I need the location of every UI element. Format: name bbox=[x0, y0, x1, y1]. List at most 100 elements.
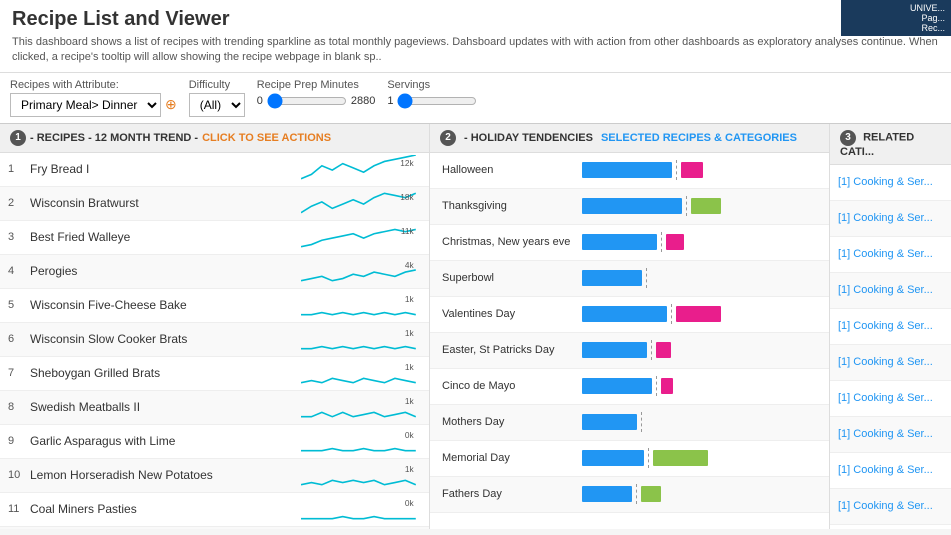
prep-min: 0 bbox=[257, 95, 263, 107]
bar-green bbox=[653, 450, 708, 466]
table-row[interactable]: 11Coal Miners Pasties 0k bbox=[0, 493, 429, 527]
click-to-see-actions[interactable]: CLICK TO SEE ACTIONS bbox=[202, 132, 331, 144]
list-item[interactable]: [1] Cooking & Ser... bbox=[830, 489, 951, 525]
prep-label: Recipe Prep Minutes bbox=[257, 79, 376, 91]
table-row[interactable]: 1Fry Bread I 12k bbox=[0, 153, 429, 187]
holiday-subtitle: SELECTED RECIPES & CATEGORIES bbox=[601, 132, 797, 144]
recipe-number: 5 bbox=[8, 299, 30, 311]
list-item[interactable]: Thanksgiving bbox=[430, 189, 829, 225]
recipes-list: 1Fry Bread I 12k 2Wisconsin Bratwurst 18… bbox=[0, 153, 429, 529]
list-item[interactable]: [1] Cooking & Ser... bbox=[830, 309, 951, 345]
holiday-name: Halloween bbox=[442, 164, 582, 176]
list-item[interactable]: [1] Cooking & Ser... bbox=[830, 453, 951, 489]
recipes-panel-header: 1 - RECIPES - 12 MONTH TREND - CLICK TO … bbox=[0, 124, 429, 153]
list-item[interactable]: [1] Cooking & Ser... bbox=[830, 525, 951, 529]
filter-icon[interactable]: ⊕ bbox=[165, 96, 177, 113]
holiday-name: Thanksgiving bbox=[442, 200, 582, 212]
table-row[interactable]: 5Wisconsin Five-Cheese Bake 1k bbox=[0, 289, 429, 323]
recipe-number: 11 bbox=[8, 503, 30, 515]
prep-slider[interactable] bbox=[267, 93, 347, 109]
header: Recipe List and Viewer This dashboard sh… bbox=[0, 0, 951, 73]
list-item[interactable]: [1] Cooking & Ser... bbox=[830, 381, 951, 417]
list-item[interactable]: [1] Cooking & Ser... bbox=[830, 417, 951, 453]
servings-min: 1 bbox=[387, 95, 393, 107]
recipe-name: Garlic Asparagus with Lime bbox=[30, 434, 301, 448]
bar-cyan bbox=[582, 342, 647, 358]
reference-line bbox=[651, 340, 652, 360]
table-row[interactable]: 6Wisconsin Slow Cooker Brats 1k bbox=[0, 323, 429, 357]
reference-line bbox=[676, 160, 677, 180]
bar-green bbox=[691, 198, 721, 214]
servings-slider[interactable] bbox=[397, 93, 477, 109]
holiday-bars bbox=[582, 448, 821, 468]
list-item[interactable]: Halloween bbox=[430, 153, 829, 189]
panel2-num: 2 bbox=[440, 130, 456, 146]
sparkline-chart: 11k bbox=[301, 223, 421, 251]
holiday-bars bbox=[582, 376, 821, 396]
recipe-name: Wisconsin Five-Cheese Bake bbox=[30, 298, 301, 312]
list-item[interactable]: [1] Cooking & Ser... bbox=[830, 345, 951, 381]
attribute-control: Recipes with Attribute: Primary Meal> Di… bbox=[10, 79, 177, 117]
bar-cyan bbox=[582, 414, 637, 430]
holiday-bars bbox=[582, 232, 821, 252]
sparkline-chart: 12k bbox=[301, 155, 421, 183]
holiday-name: Superbowl bbox=[442, 272, 582, 284]
list-item[interactable]: [1] Cooking & Ser... bbox=[830, 201, 951, 237]
svg-text:4k: 4k bbox=[405, 260, 415, 270]
bar-green bbox=[641, 486, 661, 502]
table-row[interactable]: 12Booyah Chicken 1k bbox=[0, 527, 429, 529]
list-item[interactable]: Memorial Day bbox=[430, 441, 829, 477]
table-row[interactable]: 9Garlic Asparagus with Lime 0k bbox=[0, 425, 429, 459]
bar-cyan bbox=[582, 486, 632, 502]
sparkline-chart: 1k bbox=[301, 291, 421, 319]
difficulty-control: Difficulty (All) bbox=[189, 79, 245, 117]
bar-cyan bbox=[582, 378, 652, 394]
difficulty-label: Difficulty bbox=[189, 79, 245, 91]
recipe-name: Coal Miners Pasties bbox=[30, 502, 301, 516]
holiday-bars bbox=[582, 484, 821, 504]
svg-text:1k: 1k bbox=[405, 362, 415, 372]
prep-max: 2880 bbox=[351, 95, 375, 107]
servings-control: Servings 1 bbox=[387, 79, 477, 109]
panel1-title: - RECIPES - 12 MONTH TREND - bbox=[30, 132, 198, 144]
holiday-name: Memorial Day bbox=[442, 452, 582, 464]
list-item[interactable]: Superbowl bbox=[430, 261, 829, 297]
attribute-select[interactable]: Primary Meal> Dinner bbox=[10, 93, 161, 117]
reference-line bbox=[648, 448, 649, 468]
list-item[interactable]: Valentines Day bbox=[430, 297, 829, 333]
list-item[interactable]: [1] Cooking & Ser... bbox=[830, 237, 951, 273]
prep-control: Recipe Prep Minutes 0 2880 bbox=[257, 79, 376, 109]
table-row[interactable]: 10Lemon Horseradish New Potatoes 1k bbox=[0, 459, 429, 493]
recipe-number: 6 bbox=[8, 333, 30, 345]
table-row[interactable]: 7Sheboygan Grilled Brats 1k bbox=[0, 357, 429, 391]
table-row[interactable]: 8Swedish Meatballs II 1k bbox=[0, 391, 429, 425]
top-right-info: UNIVE... Pag... Rec... bbox=[841, 0, 951, 36]
related-panel-header: 3 RELATED CATI... bbox=[830, 124, 951, 165]
recipe-name: Wisconsin Slow Cooker Brats bbox=[30, 332, 301, 346]
sparkline-chart: 4k bbox=[301, 257, 421, 285]
panel3-num: 3 bbox=[840, 130, 856, 146]
list-item[interactable]: Mothers Day bbox=[430, 405, 829, 441]
table-row[interactable]: 3Best Fried Walleye 11k bbox=[0, 221, 429, 255]
svg-text:12k: 12k bbox=[400, 158, 414, 168]
list-item[interactable]: [1] Cooking & Ser... bbox=[830, 165, 951, 201]
list-item[interactable]: Fathers Day bbox=[430, 477, 829, 513]
list-item[interactable]: Easter, St Patricks Day bbox=[430, 333, 829, 369]
bar-cyan bbox=[582, 198, 682, 214]
table-row[interactable]: 4Perogies 4k bbox=[0, 255, 429, 289]
holiday-bars bbox=[582, 340, 821, 360]
reference-line bbox=[641, 412, 642, 432]
related-list: [1] Cooking & Ser...[1] Cooking & Ser...… bbox=[830, 165, 951, 529]
table-row[interactable]: 2Wisconsin Bratwurst 18k bbox=[0, 187, 429, 221]
list-item[interactable]: Christmas, New years eve bbox=[430, 225, 829, 261]
recipe-name: Lemon Horseradish New Potatoes bbox=[30, 468, 301, 482]
recipe-number: 9 bbox=[8, 435, 30, 447]
list-item[interactable]: [1] Cooking & Ser... bbox=[830, 273, 951, 309]
list-item[interactable]: Cinco de Mayo bbox=[430, 369, 829, 405]
sparkline-chart: 0k bbox=[301, 427, 421, 455]
recipe-number: 1 bbox=[8, 163, 30, 175]
difficulty-select[interactable]: (All) bbox=[189, 93, 245, 117]
recipe-name: Best Fried Walleye bbox=[30, 230, 301, 244]
holiday-bars bbox=[582, 268, 821, 288]
recipe-number: 10 bbox=[8, 469, 30, 481]
